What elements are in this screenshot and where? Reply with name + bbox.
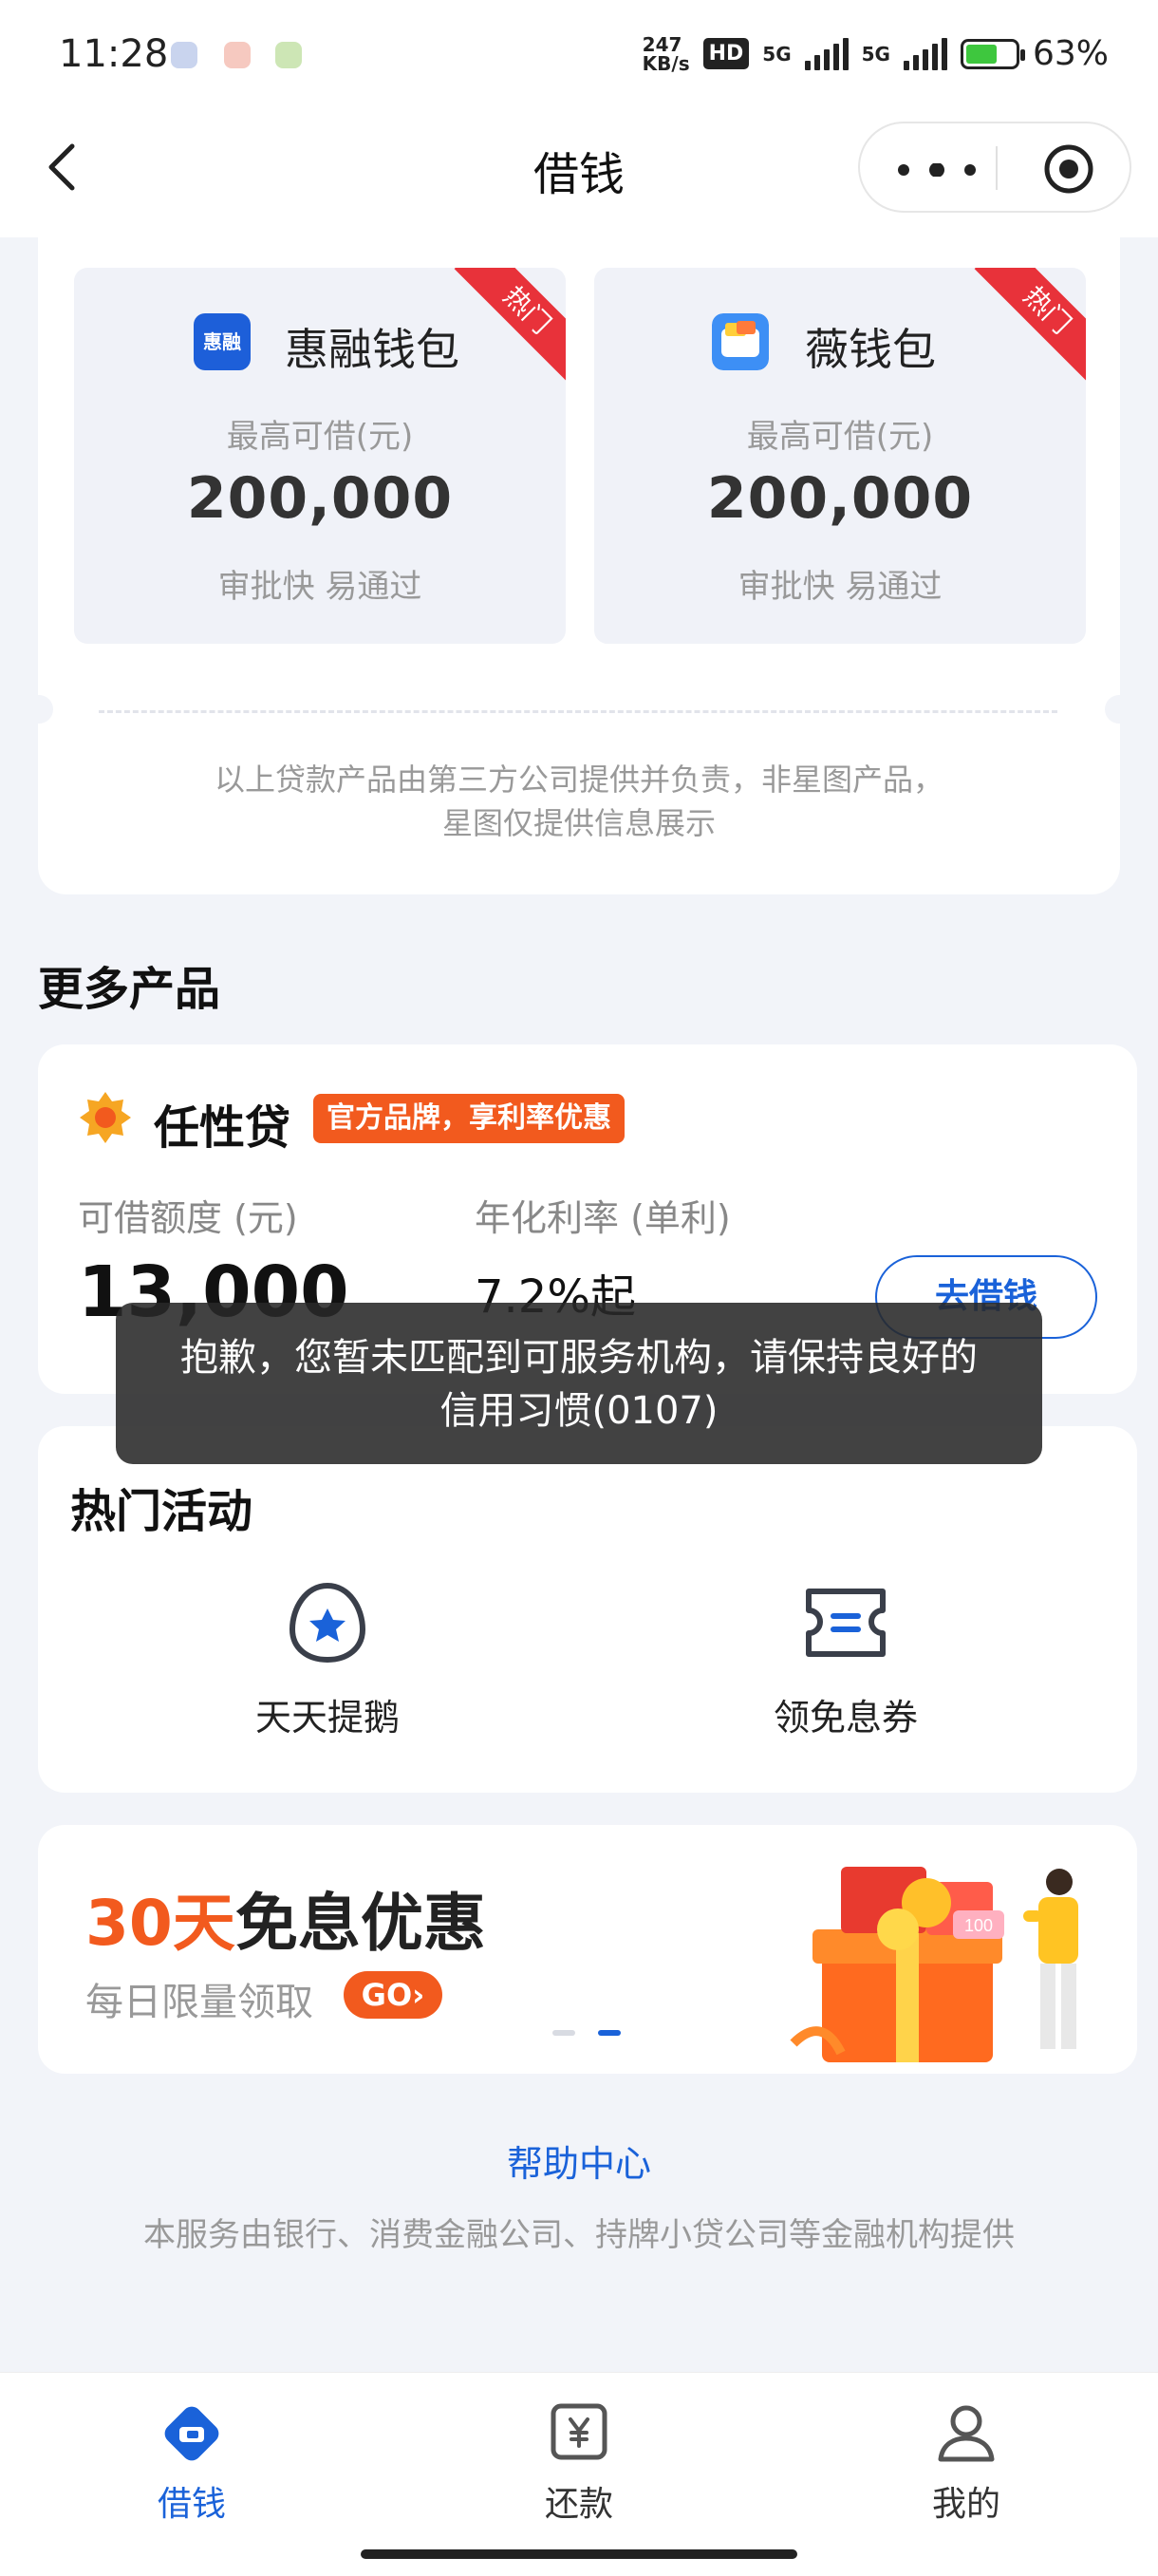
status-time: 11:28 <box>59 32 169 76</box>
toast-line: 抱歉，您暂未匹配到可服务机构，请保持良好的 <box>180 1336 978 1380</box>
product-name: 任性贷 <box>154 1101 291 1155</box>
tab-borrow[interactable]: 借钱 <box>97 2400 287 2526</box>
net-speed: 247 KB/s <box>642 32 690 75</box>
capsule-divider <box>996 146 998 190</box>
hot-ribbon: 热门 <box>974 268 1086 384</box>
rate-label: 年化利率 (单利) <box>475 1197 731 1239</box>
more-products-heading: 更多产品 <box>38 963 221 1016</box>
profile-tab-icon <box>938 2405 995 2462</box>
error-toast: 抱歉，您暂未匹配到可服务机构，请保持良好的 信用习惯(0107) <box>116 1303 1042 1464</box>
help-center-link[interactable]: 帮助中心 <box>0 2134 1158 2187</box>
app-notification-icon <box>275 42 302 68</box>
disclaimer-line: 星图仅提供信息展示 <box>441 805 716 841</box>
more-icon[interactable] <box>894 163 980 177</box>
sim1-label: 5G <box>762 42 792 66</box>
tab-label: 借钱 <box>157 2485 226 2524</box>
carousel-dot <box>552 2030 575 2036</box>
battery-icon <box>960 38 1025 69</box>
promo-title-highlight: 30天 <box>85 1887 235 1960</box>
hot-activities-heading: 热门活动 <box>70 1485 253 1538</box>
disclaimer-line: 以上贷款产品由第三方公司提供并负责，非星图产品， <box>214 762 943 798</box>
ticket-notch <box>25 695 53 724</box>
promo-title-rest: 免息优惠 <box>234 1887 486 1960</box>
battery-percent: 63% <box>1032 34 1109 73</box>
limit-label: 可借额度 (元) <box>78 1197 298 1239</box>
coupon-icon[interactable] <box>803 1580 888 1665</box>
service-footer-note: 本服务由银行、消费金融公司、持牌小贷公司等金融机构提供 <box>143 2216 1015 2254</box>
loan-card-amount: 200,000 <box>706 465 974 532</box>
loan-card-tagline: 审批快 易通过 <box>738 568 943 606</box>
official-brand-badge: 官方品牌，享利率优惠 <box>313 1094 625 1143</box>
loan-card-name: 惠融钱包 <box>285 324 459 375</box>
promo-subtitle: 每日限量领取 <box>85 1981 313 2024</box>
signal-icon <box>903 37 947 70</box>
loan-card-name: 薇钱包 <box>805 324 936 375</box>
app-notification-icon <box>171 42 197 68</box>
status-right: 247 KB/s HD 5G 5G 63% <box>643 34 1109 73</box>
loan-card-amount: 200,000 <box>186 465 454 532</box>
hd-icon: HD <box>702 38 750 69</box>
tab-repay[interactable]: 还款 <box>484 2400 674 2526</box>
gift-badge: 100 <box>964 1916 993 1935</box>
hot-ribbon: 热门 <box>454 268 566 384</box>
promo-title: 30天免息优惠 <box>85 1872 486 1964</box>
third-party-disclaimer: 以上贷款产品由第三方公司提供并负责，非星图产品， 星图仅提供信息展示 <box>38 758 1120 845</box>
carousel-dot-active <box>598 2030 621 2036</box>
signal-icon <box>804 37 849 70</box>
penguin-star-icon[interactable] <box>285 1580 370 1665</box>
dashed-divider <box>99 710 1057 713</box>
miniapp-capsule <box>858 122 1131 213</box>
borrow-tab-icon <box>164 2406 219 2461</box>
renxingdai-logo-icon <box>80 1092 131 1143</box>
tab-label: 我的 <box>931 2485 1000 2524</box>
loan-card-huirong[interactable]: 热门 惠融 惠融钱包 最高可借(元) 200,000 审批快 易通过 <box>74 268 566 644</box>
ticket-notch <box>1105 695 1133 724</box>
promo-go-button[interactable]: GO› <box>344 1971 442 2019</box>
tab-label: 还款 <box>544 2485 613 2524</box>
tab-mine[interactable]: 我的 <box>871 2400 1061 2526</box>
activity-label[interactable]: 领免息券 <box>703 1688 988 1740</box>
loan-card-tagline: 审批快 易通过 <box>217 568 422 606</box>
loan-card-max-label: 最高可借(元) <box>226 418 414 456</box>
wei-wallet-logo-icon <box>712 313 769 370</box>
app-notification-icon <box>224 42 251 68</box>
activity-label[interactable]: 天天提鹅 <box>185 1688 470 1740</box>
repay-tab-icon <box>551 2403 607 2460</box>
huirong-logo-icon: 惠融 <box>194 313 251 370</box>
sim2-label: 5G <box>861 42 890 66</box>
loan-card-wei[interactable]: 热门 薇钱包 最高可借(元) 200,000 审批快 易通过 <box>594 268 1086 644</box>
loan-card-max-label: 最高可借(元) <box>746 418 934 456</box>
gift-box-illustration: 100 <box>790 1867 1078 2062</box>
home-indicator[interactable] <box>361 2549 797 2559</box>
toast-line: 信用习惯(0107) <box>439 1389 719 1433</box>
close-miniapp-icon[interactable] <box>1042 142 1095 196</box>
